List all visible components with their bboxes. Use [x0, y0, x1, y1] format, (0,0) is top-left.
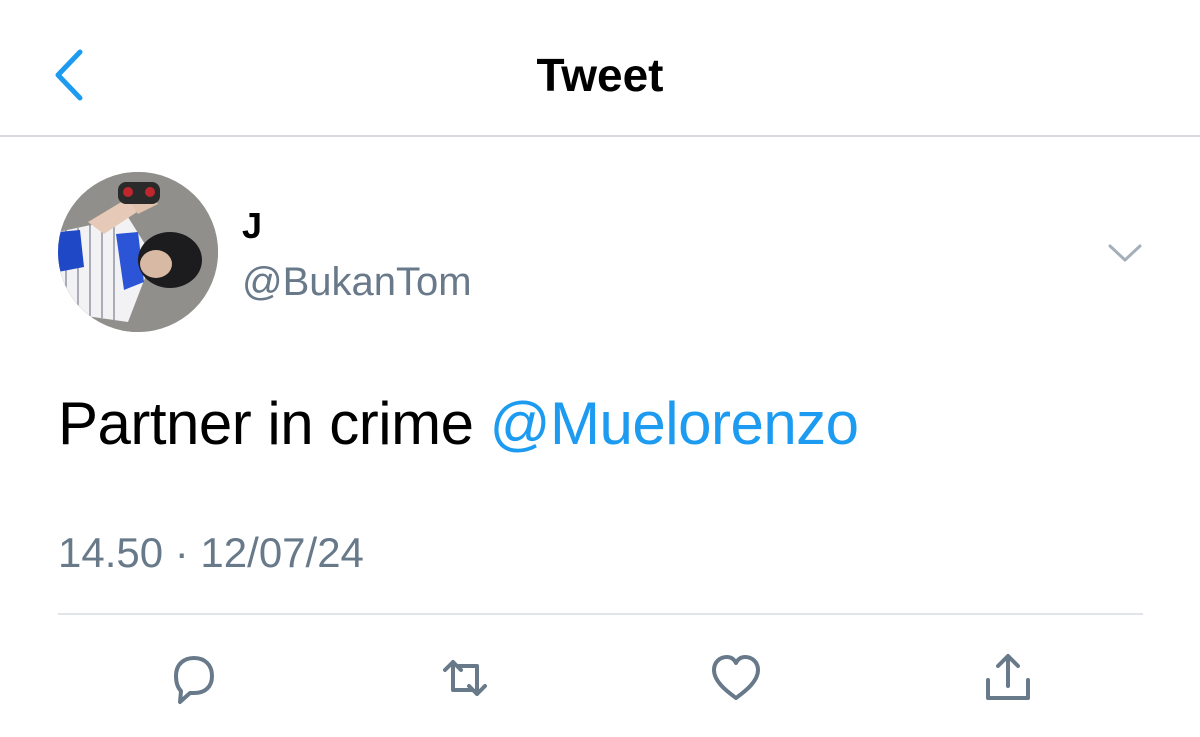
- retweet-icon: [443, 660, 487, 696]
- tweet-options-button[interactable]: [1102, 230, 1148, 276]
- tweet-body: Partner in crime: [58, 390, 490, 457]
- avatar[interactable]: [58, 172, 218, 332]
- navigation-header: Tweet: [0, 0, 1200, 137]
- mention-link[interactable]: @Muelorenzo: [490, 390, 859, 457]
- chevron-down-icon: [1108, 244, 1142, 262]
- user-handle[interactable]: @BukanTom: [242, 256, 472, 308]
- tweet-timestamp: 14.50 · 12/07/24: [58, 529, 364, 576]
- display-name[interactable]: J: [242, 204, 262, 248]
- reply-button[interactable]: [162, 646, 226, 710]
- tweet-text: Partner in crime @Muelorenzo: [58, 388, 859, 460]
- page-title: Tweet: [536, 49, 664, 101]
- like-icon: [712, 655, 760, 700]
- avatar-image: [58, 172, 218, 332]
- divider: [58, 613, 1143, 615]
- share-button[interactable]: [976, 646, 1040, 710]
- like-button[interactable]: [704, 646, 768, 710]
- reply-icon: [174, 656, 214, 704]
- retweet-button[interactable]: [433, 646, 497, 710]
- share-icon: [986, 654, 1030, 700]
- tweet-detail-screen: Tweet J @BukanTom Partner in crime @Muel…: [0, 0, 1200, 737]
